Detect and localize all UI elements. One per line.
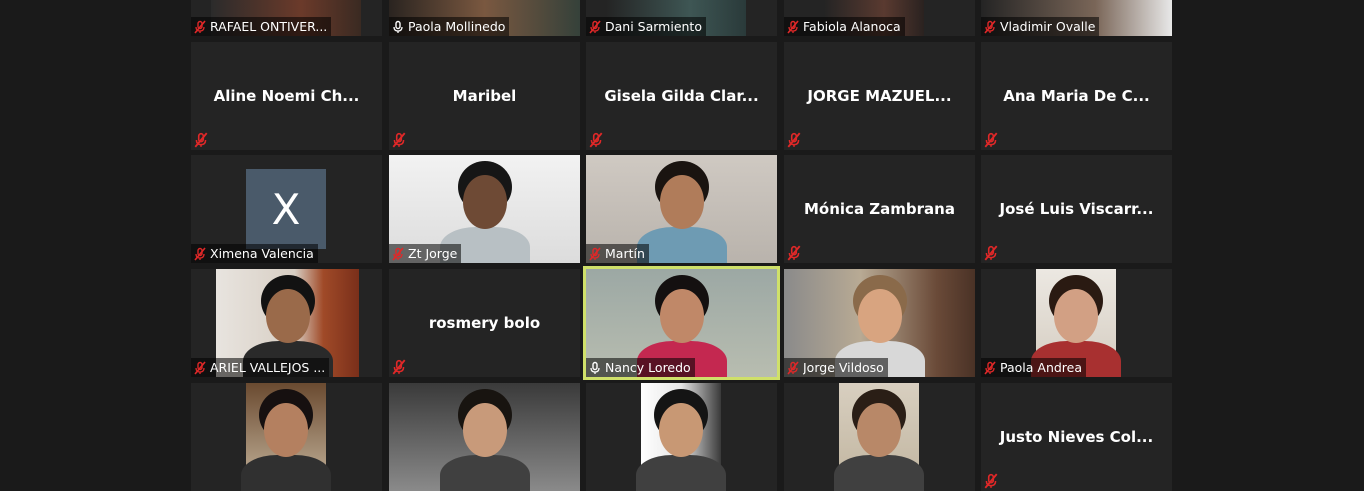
gallery-grid: RAFAEL ONTIVER... Paola Mollinedo Dani Sar… xyxy=(0,0,1364,491)
mic-muted-icon xyxy=(984,19,996,34)
participant-name: Maribel xyxy=(452,87,517,105)
mic-muted-icon xyxy=(589,19,601,34)
participant-video xyxy=(241,383,331,491)
participant-name: Zt Jorge xyxy=(408,246,458,261)
participant-video xyxy=(834,383,924,491)
participant-tile[interactable]: Jorge Vildoso xyxy=(784,269,975,377)
participant-name: JORGE MAZUEL... xyxy=(807,87,952,105)
mic-muted-icon xyxy=(787,360,799,375)
mic-muted-icon xyxy=(194,19,206,34)
participant-name: Gisela Gilda Clar... xyxy=(604,87,759,105)
participant-tile[interactable]: rosmery bolo xyxy=(389,269,580,377)
name-tag: Nancy Loredo xyxy=(586,358,695,377)
participant-name: RAFAEL ONTIVER... xyxy=(210,19,328,34)
mic-muted-icon xyxy=(392,132,406,148)
participant-name: Fabiola Alanoca xyxy=(803,19,901,34)
mic-icon xyxy=(393,20,403,33)
name-tag: Paola Andrea xyxy=(981,358,1087,377)
participant-name: Vladimir Ovalle xyxy=(1000,19,1096,34)
participant-tile[interactable]: Vladimir Ovalle xyxy=(981,0,1172,36)
participant-tile[interactable]: Ana Maria De C... xyxy=(981,42,1172,150)
mic-muted-icon xyxy=(984,473,998,489)
participant-tile[interactable]: Mónica Zambrana xyxy=(784,155,975,263)
mic-muted-icon xyxy=(787,19,799,34)
participant-tile[interactable]: Dani Sarmiento xyxy=(586,0,777,36)
participant-tile[interactable]: Gisela Gilda Clar... xyxy=(586,42,777,150)
participant-tile[interactable]: JORGE MAZUEL... xyxy=(784,42,975,150)
mic-muted-icon xyxy=(787,245,801,261)
participant-tile[interactable]: Zt Jorge xyxy=(389,155,580,263)
participant-tile[interactable]: José Luis Viscarr... xyxy=(981,155,1172,263)
participant-name: Paola Mollinedo xyxy=(408,19,506,34)
name-tag: Vladimir Ovalle xyxy=(981,17,1100,36)
mic-muted-icon xyxy=(392,359,406,375)
mic-muted-icon xyxy=(787,132,801,148)
participant-video xyxy=(389,383,580,491)
participant-name: Jorge Vildoso xyxy=(803,360,884,375)
name-tag: Paola Mollinedo xyxy=(389,17,510,36)
participant-tile[interactable]: ARIEL VALLEJOS ... xyxy=(191,269,382,377)
name-tag: Martín xyxy=(586,244,649,263)
name-tag: Dani Sarmiento xyxy=(586,17,706,36)
participant-name: Justo Nieves Col... xyxy=(999,428,1154,446)
participant-tile[interactable]: X Ximena Valencia xyxy=(191,155,382,263)
participant-name: Paola Andrea xyxy=(1000,360,1083,375)
name-tag: Ximena Valencia xyxy=(191,244,318,263)
mic-muted-icon xyxy=(194,132,208,148)
participant-tile[interactable]: Fabiola Alanoca xyxy=(784,0,975,36)
mic-muted-icon xyxy=(392,246,404,261)
participant-name: rosmery bolo xyxy=(428,314,541,332)
participant-name: Ana Maria De C... xyxy=(1003,87,1150,105)
mic-muted-icon xyxy=(984,245,998,261)
participant-tile[interactable] xyxy=(784,383,975,491)
mic-muted-icon xyxy=(194,246,206,261)
participant-tile[interactable] xyxy=(389,383,580,491)
participant-tile[interactable]: Paola Mollinedo xyxy=(389,0,580,36)
participant-name: Aline Noemi Ch... xyxy=(213,87,360,105)
participant-name: José Luis Viscarr... xyxy=(999,200,1154,218)
participant-name: Ximena Valencia xyxy=(210,246,314,261)
participant-tile[interactable]: Justo Nieves Col... xyxy=(981,383,1172,491)
name-tag: RAFAEL ONTIVER... xyxy=(191,17,332,36)
mic-muted-icon xyxy=(589,246,601,261)
mic-icon xyxy=(590,361,600,374)
name-tag: Fabiola Alanoca xyxy=(784,17,905,36)
mic-muted-icon xyxy=(194,360,206,375)
mic-muted-icon xyxy=(984,360,996,375)
participant-tile[interactable]: Paola Andrea xyxy=(981,269,1172,377)
participant-tile[interactable] xyxy=(586,383,777,491)
participant-name: Mónica Zambrana xyxy=(804,200,955,218)
name-tag: Zt Jorge xyxy=(389,244,462,263)
participant-tile[interactable] xyxy=(191,383,382,491)
participant-name: Dani Sarmiento xyxy=(605,19,702,34)
mic-muted-icon xyxy=(589,132,603,148)
participant-name: ARIEL VALLEJOS ... xyxy=(210,360,326,375)
avatar: X xyxy=(246,169,326,249)
name-tag: ARIEL VALLEJOS ... xyxy=(191,358,330,377)
participant-tile[interactable]: Maribel xyxy=(389,42,580,150)
participant-tile[interactable]: Aline Noemi Ch... xyxy=(191,42,382,150)
name-tag: Jorge Vildoso xyxy=(784,358,888,377)
participant-tile[interactable]: Nancy Loredo xyxy=(583,266,780,380)
participant-video xyxy=(636,383,726,491)
mic-muted-icon xyxy=(984,132,998,148)
participant-tile[interactable]: RAFAEL ONTIVER... xyxy=(191,0,382,36)
participant-name: Nancy Loredo xyxy=(605,360,691,375)
participant-name: Martín xyxy=(605,246,645,261)
participant-tile[interactable]: Martín xyxy=(586,155,777,263)
